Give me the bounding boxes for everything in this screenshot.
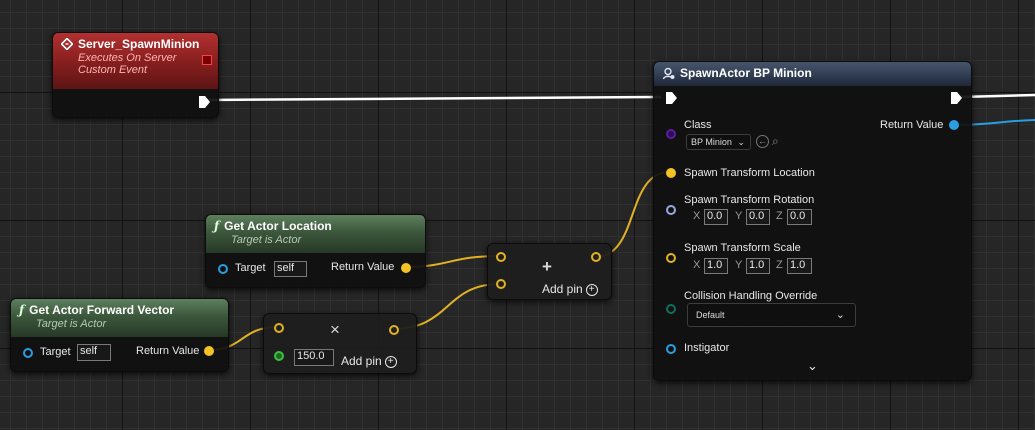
rotation-x-label: X xyxy=(693,210,701,222)
get-actor-location-subtitle: Target is Actor xyxy=(231,234,302,246)
get-forward-vector-subtitle: Target is Actor xyxy=(36,318,107,330)
rotation-z-field[interactable]: 0.0 xyxy=(787,209,812,225)
add-output-pin[interactable] xyxy=(591,252,601,262)
rotation-y-field[interactable]: 0.0 xyxy=(746,209,770,225)
spawn-exec-in-pin[interactable] xyxy=(666,92,677,104)
class-label: Class xyxy=(684,119,712,131)
target-label: Target xyxy=(235,262,266,274)
multiply-input-a-pin[interactable] xyxy=(274,323,284,333)
get-forward-vector-header: ƒ Get Actor Forward Vector Target is Act… xyxy=(11,299,228,337)
rotation-y-label: Y xyxy=(735,210,743,222)
spawn-actor-icon xyxy=(662,67,675,79)
scale-x-label: X xyxy=(693,259,701,271)
target-label: Target xyxy=(40,346,71,358)
add-operator-symbol: + xyxy=(542,257,552,276)
collision-handling-value: Default xyxy=(696,310,725,320)
plus-circle-icon: + xyxy=(585,283,598,296)
multiply-float-field[interactable]: 150.0 xyxy=(294,349,334,366)
function-icon: ƒ xyxy=(19,303,25,317)
class-dropdown[interactable]: BP Minion ⌄ xyxy=(686,134,751,150)
add-input-b-pin[interactable] xyxy=(496,279,506,289)
rotation-z-label: Z xyxy=(776,210,783,222)
event-node-title: Server_SpawnMinion xyxy=(78,37,200,51)
get-actor-forward-vector-node[interactable]: ƒ Get Actor Forward Vector Target is Act… xyxy=(10,298,229,372)
return-value-output-pin[interactable] xyxy=(949,120,959,130)
class-input-pin[interactable] xyxy=(666,129,676,139)
multiply-float-input-pin[interactable] xyxy=(274,351,284,361)
expand-advanced-button[interactable]: ⌄ xyxy=(807,358,818,374)
instigator-input-pin[interactable] xyxy=(666,344,676,354)
return-value-label: Return Value xyxy=(136,345,200,357)
scale-z-field[interactable]: 1.0 xyxy=(787,258,812,274)
plus-circle-icon: + xyxy=(384,355,397,368)
spawn-location-input-pin[interactable] xyxy=(666,168,676,178)
get-actor-location-header: ƒ Get Actor Location Target is Actor xyxy=(206,215,425,253)
event-node-subtitle-1: Executes On Server xyxy=(78,52,177,64)
scale-z-label: Z xyxy=(776,259,783,271)
add-pin-button[interactable]: Add pin + xyxy=(542,282,598,296)
collision-handling-input-pin[interactable] xyxy=(666,304,676,314)
spawn-actor-title: SpawnActor BP Minion xyxy=(680,66,812,80)
return-value-output-pin[interactable] xyxy=(204,346,214,356)
exec-wire-event-to-spawn xyxy=(205,95,662,102)
collision-handling-label: Collision Handling Override xyxy=(684,290,818,302)
spawn-scale-label: Spawn Transform Scale xyxy=(684,242,801,254)
chevron-down-icon: ⌄ xyxy=(737,137,745,147)
event-node-subtitle-2: Custom Event xyxy=(78,64,148,76)
target-self-field[interactable]: self xyxy=(274,261,307,277)
multiply-output-pin[interactable] xyxy=(389,325,399,335)
spawn-actor-node[interactable]: SpawnActor BP Minion Class BP Minion ⌄ ←… xyxy=(653,61,972,381)
rotation-x-field[interactable]: 0.0 xyxy=(704,209,728,225)
chevron-down-icon: ⌄ xyxy=(807,358,818,373)
return-value-label: Return Value xyxy=(880,119,944,131)
target-input-pin[interactable] xyxy=(218,264,228,274)
add-pin-label: Add pin xyxy=(542,282,583,296)
get-actor-location-title: Get Actor Location xyxy=(224,219,332,233)
spawn-scale-input-pin[interactable] xyxy=(666,253,676,263)
event-node-server-spawn-minion[interactable]: Server_SpawnMinion Executes On Server Cu… xyxy=(52,32,219,118)
spawn-rotation-input-pin[interactable] xyxy=(666,205,676,215)
delegate-pin-icon[interactable] xyxy=(202,55,212,65)
target-input-pin[interactable] xyxy=(23,348,33,358)
spawn-rotation-label: Spawn Transform Rotation xyxy=(684,194,815,206)
instigator-label: Instigator xyxy=(684,342,730,354)
add-input-a-pin[interactable] xyxy=(496,252,506,262)
return-value-output-pin[interactable] xyxy=(401,263,411,273)
event-diamond-icon xyxy=(61,38,73,50)
get-forward-vector-title: Get Actor Forward Vector xyxy=(29,303,175,317)
function-icon: ƒ xyxy=(214,219,220,233)
add-pin-button[interactable]: Add pin + xyxy=(341,354,397,368)
scale-y-field[interactable]: 1.0 xyxy=(746,258,770,274)
browse-search-icon[interactable]: ⌕ xyxy=(772,134,779,149)
event-node-header: Server_SpawnMinion Executes On Server Cu… xyxy=(53,33,218,89)
add-vector-node[interactable]: + Add pin + xyxy=(487,243,612,300)
scale-y-label: Y xyxy=(735,259,743,271)
class-dropdown-value: BP Minion xyxy=(691,137,732,147)
get-actor-location-node[interactable]: ƒ Get Actor Location Target is Actor Tar… xyxy=(205,214,426,288)
multiply-vector-node[interactable]: × 150.0 Add pin + xyxy=(263,313,417,374)
event-exec-out-pin[interactable] xyxy=(199,96,210,108)
scale-x-field[interactable]: 1.0 xyxy=(704,258,728,274)
spawn-actor-header: SpawnActor BP Minion xyxy=(654,62,971,86)
add-pin-label: Add pin xyxy=(341,354,382,368)
return-value-label: Return Value xyxy=(331,261,395,273)
use-selected-icon[interactable]: ← xyxy=(756,135,769,148)
collision-handling-dropdown[interactable]: Default ⌄ xyxy=(687,303,856,327)
spawn-exec-out-pin[interactable] xyxy=(951,92,962,104)
chevron-down-icon: ⌄ xyxy=(835,309,845,321)
multiply-operator-symbol: × xyxy=(330,320,340,339)
spawn-location-label: Spawn Transform Location xyxy=(684,167,815,179)
target-self-field[interactable]: self xyxy=(77,344,111,361)
